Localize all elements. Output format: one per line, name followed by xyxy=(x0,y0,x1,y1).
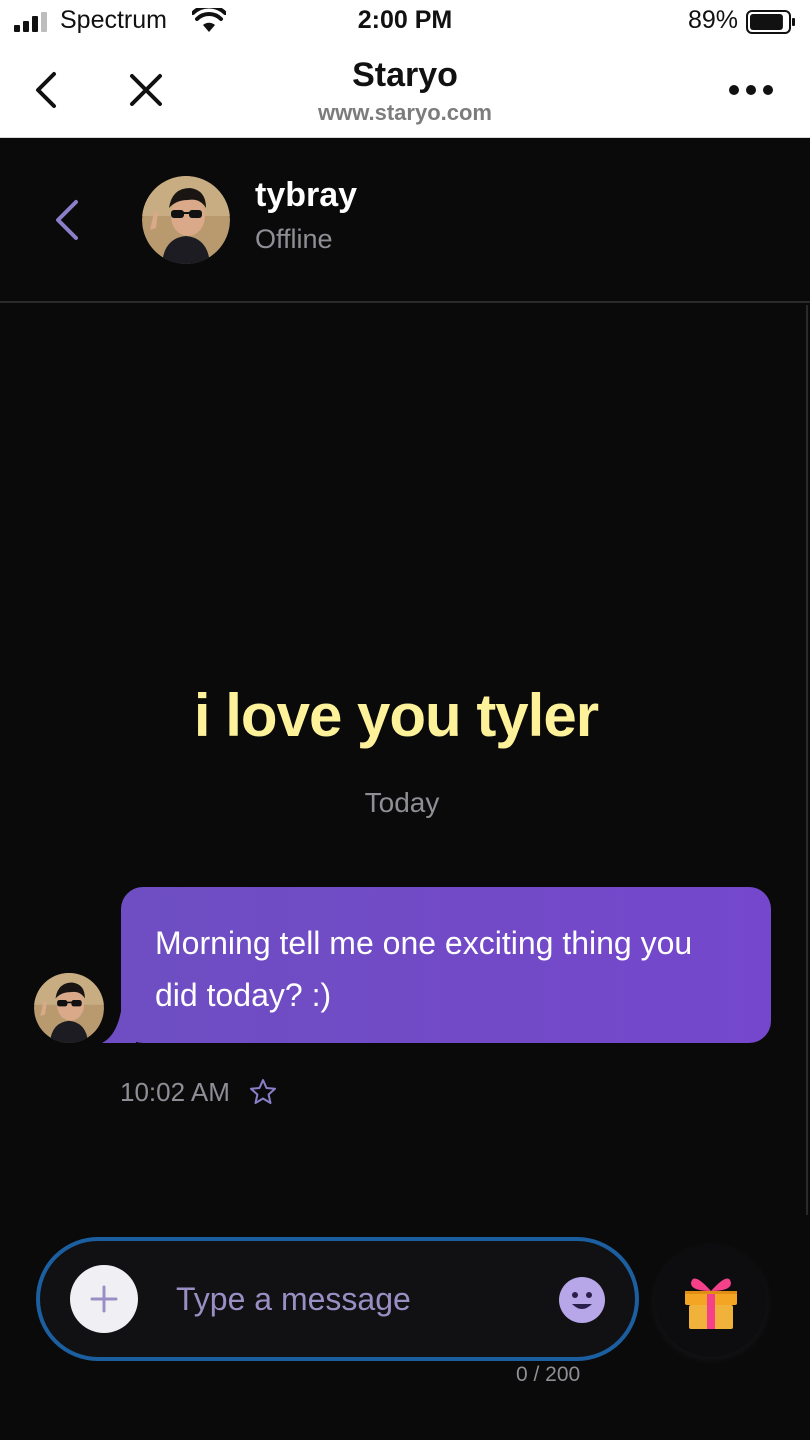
message-bubble[interactable]: Morning tell me one exciting thing you d… xyxy=(121,887,771,1043)
page-title: Staryo xyxy=(352,56,458,94)
star-icon[interactable] xyxy=(248,1077,278,1107)
back-chevron-icon[interactable] xyxy=(50,198,84,242)
battery-percent: 89% xyxy=(687,6,738,34)
avatar[interactable] xyxy=(142,176,230,264)
plus-icon xyxy=(90,1285,118,1313)
avatar[interactable] xyxy=(34,973,104,1043)
character-counter: 0 / 200 xyxy=(516,1363,581,1386)
status-bar: Spectrum 2:00 PM 89% xyxy=(0,0,810,44)
gift-button[interactable] xyxy=(655,1245,767,1357)
contact-status: Offline xyxy=(255,224,333,254)
message-composer xyxy=(36,1237,639,1361)
battery-icon xyxy=(746,10,795,34)
emoji-icon[interactable] xyxy=(558,1276,606,1324)
attach-button[interactable] xyxy=(70,1265,138,1333)
message-input[interactable] xyxy=(176,1271,546,1327)
chat-banner-text: i love you tyler xyxy=(193,682,599,749)
message-list[interactable]: i love you tyler Today Morning tell me o… xyxy=(0,305,810,1440)
more-dots-icon[interactable] xyxy=(728,80,774,100)
gift-icon xyxy=(685,1278,737,1329)
message-text: Morning tell me one exciting thing you d… xyxy=(155,925,693,1013)
chat-header: tybray Offline xyxy=(0,138,810,303)
page-url: www.staryo.com xyxy=(317,100,492,125)
date-separator: Today xyxy=(364,787,440,818)
browser-toolbar: Staryo www.staryo.com xyxy=(0,44,810,138)
scrollbar[interactable] xyxy=(806,305,808,1215)
message-timestamp: 10:02 AM xyxy=(120,1077,230,1107)
contact-name[interactable]: tybray xyxy=(255,176,357,215)
